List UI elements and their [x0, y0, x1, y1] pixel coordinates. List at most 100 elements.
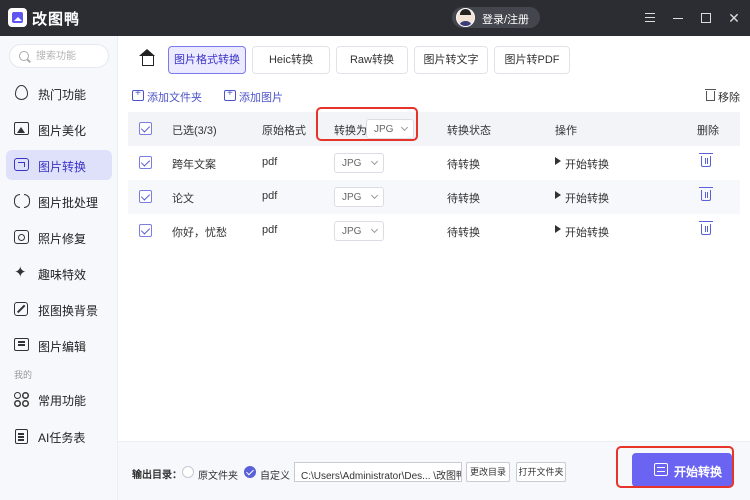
- tab-heic[interactable]: Heic转换: [252, 46, 330, 74]
- sidebar-item-ai-tasks[interactable]: AI任务表: [6, 421, 112, 451]
- open-folder-button[interactable]: 打开文件夹: [516, 462, 566, 482]
- add-folder-label: 添加文件夹: [147, 92, 202, 104]
- sidebar-item-label: 图片美化: [38, 124, 87, 138]
- chevron-down-icon: [370, 157, 379, 166]
- table-row: 你好，忧愁 pdf JPG 待转换 开始转换: [128, 214, 740, 248]
- header-operation: 操作: [555, 125, 577, 137]
- add-image-label: 添加图片: [239, 92, 283, 104]
- tab-image-to-pdf[interactable]: 图片转PDF: [494, 46, 570, 74]
- repair-icon: [14, 230, 29, 244]
- sidebar-item-edit[interactable]: 图片编辑: [6, 330, 112, 360]
- batch-icon: [14, 194, 30, 208]
- sidebar-item-label: 热门功能: [38, 88, 87, 102]
- sidebar-item-label: AI任务表: [38, 431, 86, 445]
- sidebar-item-label: 抠图换背景: [38, 304, 99, 318]
- sidebar-item-label: 图片编辑: [38, 340, 87, 354]
- chevron-down-icon: [370, 191, 379, 200]
- sidebar: 热门功能 图片美化 图片转换 图片批处理 照片修复 趣味特效 抠图换背景 图片编…: [0, 36, 118, 500]
- sidebar-item-beautify[interactable]: 图片美化: [6, 114, 112, 144]
- sidebar-item-common[interactable]: 常用功能: [6, 384, 112, 414]
- delete-row-icon[interactable]: [699, 221, 713, 235]
- search-icon: [19, 51, 29, 61]
- row-checkbox[interactable]: [139, 224, 152, 237]
- play-icon: [555, 157, 561, 165]
- header-original-format: 原始格式: [262, 125, 306, 137]
- fire-icon: [15, 85, 28, 100]
- radio-original-folder[interactable]: [182, 466, 194, 478]
- sidebar-item-label: 图片转换: [38, 160, 87, 174]
- hamburger-icon: [645, 13, 655, 22]
- home-icon[interactable]: [139, 49, 155, 66]
- main-panel: 图片格式转换 Heic转换 Raw转换 图片转文字 图片转PDF 添加文件夹 添…: [118, 36, 750, 500]
- row-checkbox[interactable]: [139, 190, 152, 203]
- app-logo-icon: [8, 8, 27, 27]
- sidebar-item-convert[interactable]: 图片转换: [6, 150, 112, 180]
- file-name: 你好，忧愁: [172, 227, 227, 239]
- remove-label: 移除: [718, 92, 740, 104]
- output-path-field[interactable]: C:\Users\Administrator\Des... \改图鸭: [294, 462, 462, 482]
- table-header: 已选(3/3) 原始格式 转换为 JPG 转换状态 操作 删除: [128, 112, 740, 146]
- target-format-select[interactable]: JPG: [334, 187, 384, 207]
- sidebar-item-cutout[interactable]: 抠图换背景: [6, 294, 112, 324]
- maximize-button[interactable]: [696, 8, 716, 28]
- tab-image-to-text[interactable]: 图片转文字: [414, 46, 488, 74]
- header-delete: 删除: [697, 125, 719, 137]
- file-format: pdf: [262, 190, 278, 202]
- grid-icon: [14, 392, 29, 407]
- action-label: 开始转换: [565, 193, 609, 205]
- sidebar-item-effects[interactable]: 趣味特效: [6, 258, 112, 288]
- output-dir-label: 输出目录：: [132, 470, 182, 481]
- change-dir-button[interactable]: 更改目录: [466, 462, 510, 482]
- search-input[interactable]: [36, 49, 106, 63]
- sidebar-item-batch[interactable]: 图片批处理: [6, 186, 112, 216]
- tab-format-convert[interactable]: 图片格式转换: [168, 46, 246, 74]
- sidebar-item-repair[interactable]: 照片修复: [6, 222, 112, 252]
- convert-status: 待转换: [447, 227, 480, 239]
- file-name: 跨年文案: [172, 159, 216, 171]
- row-checkbox[interactable]: [139, 156, 152, 169]
- sidebar-item-label: 图片批处理: [38, 196, 99, 210]
- chevron-down-icon: [370, 225, 379, 234]
- target-format-select[interactable]: JPG: [334, 221, 384, 241]
- close-button[interactable]: ✕: [724, 8, 744, 28]
- radio-custom[interactable]: [244, 466, 256, 478]
- menu-button[interactable]: [640, 8, 660, 28]
- radio-original-label: 原文件夹: [198, 471, 238, 482]
- login-button[interactable]: 登录/注册: [452, 7, 540, 28]
- minimize-button[interactable]: [668, 8, 688, 28]
- close-icon: ✕: [728, 10, 740, 26]
- edit-icon: [14, 338, 29, 351]
- image-icon: [14, 122, 29, 135]
- header-status: 转换状态: [447, 125, 491, 137]
- sidebar-item-label: 照片修复: [38, 232, 87, 246]
- add-folder-icon: [132, 88, 144, 101]
- delete-row-icon[interactable]: [699, 153, 713, 167]
- minimize-icon: [673, 18, 683, 19]
- file-format: pdf: [262, 156, 278, 168]
- target-format-select[interactable]: JPG: [334, 153, 384, 173]
- action-label: 开始转换: [565, 227, 609, 239]
- select-value: JPG: [342, 158, 362, 169]
- login-label: 登录/注册: [482, 14, 530, 26]
- sparkle-icon: [14, 263, 30, 281]
- list-icon: [15, 429, 28, 444]
- sidebar-item-hot[interactable]: 热门功能: [6, 78, 112, 108]
- convert-icon: [14, 158, 29, 171]
- table-row: 跨年文案 pdf JPG 待转换 开始转换: [128, 146, 740, 180]
- tab-raw[interactable]: Raw转换: [336, 46, 408, 74]
- highlight-convert-to: [316, 107, 418, 141]
- play-icon: [555, 225, 561, 233]
- app-title: 改图鸭: [32, 11, 81, 28]
- action-label: 开始转换: [565, 159, 609, 171]
- trash-icon: [705, 89, 716, 101]
- search-box: [9, 44, 109, 68]
- cutout-icon: [14, 302, 28, 316]
- select-all-checkbox[interactable]: [139, 122, 152, 135]
- file-name: 论文: [172, 193, 194, 205]
- delete-row-icon[interactable]: [699, 187, 713, 201]
- select-value: JPG: [342, 192, 362, 203]
- radio-custom-label: 自定义: [260, 471, 290, 482]
- file-format: pdf: [262, 224, 278, 236]
- select-value: JPG: [342, 226, 362, 237]
- header-selected: 已选(3/3): [172, 125, 217, 137]
